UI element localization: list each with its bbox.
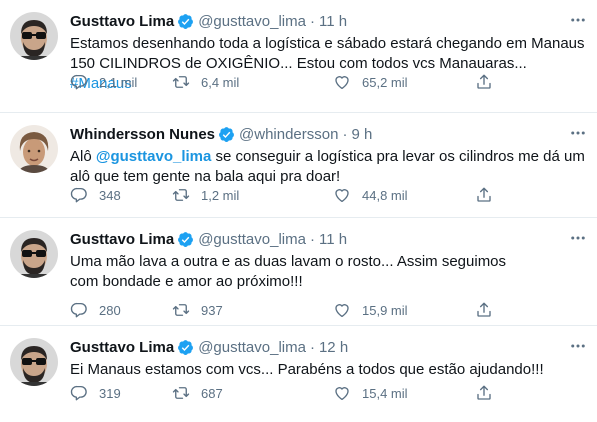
mention-link[interactable]: @gusttavo_lima [96, 148, 212, 165]
share-button[interactable] [475, 73, 493, 91]
more-options-icon[interactable] [569, 337, 587, 355]
tweet-body: Gusttavo Lima @gusttavo_lima · 12 h Ei M… [70, 337, 589, 380]
retweet-button[interactable]: 1,2 mil [172, 186, 239, 204]
author-handle[interactable]: @gusttavo_lima [198, 13, 306, 30]
tweet-text: Estamos desenhando toda a logística e sá… [70, 34, 589, 94]
tweet-timestamp[interactable]: 9 h [351, 126, 372, 143]
like-button[interactable]: 15,4 mil [333, 384, 408, 402]
avatar-image [10, 12, 58, 60]
share-icon [475, 384, 493, 402]
share-button[interactable] [475, 384, 493, 402]
verified-badge-icon [177, 13, 194, 30]
retweet-button[interactable]: 937 [172, 301, 223, 319]
tweet-body: Gusttavo Lima @gusttavo_lima · 11 h Uma … [70, 229, 589, 292]
author-name[interactable]: Gusttavo Lima [70, 231, 174, 248]
tweet-text-prefix: Alô [70, 148, 96, 165]
reply-icon [70, 301, 88, 319]
author-handle[interactable]: @gusttavo_lima [198, 231, 306, 248]
like-count: 44,8 mil [362, 187, 408, 203]
reply-icon [70, 73, 88, 91]
share-button[interactable] [475, 186, 493, 204]
like-icon [333, 73, 351, 91]
tweet-timestamp[interactable]: 11 h [319, 13, 347, 30]
verified-badge-icon [177, 231, 194, 248]
more-options-icon[interactable] [569, 229, 587, 247]
like-icon [333, 301, 351, 319]
tweet[interactable]: Gusttavo Lima @gusttavo_lima · 11 h Uma … [0, 218, 597, 326]
tweet-header: Gusttavo Lima @gusttavo_lima · 11 h [70, 229, 589, 249]
separator-dot: · [309, 12, 315, 30]
retweet-count: 6,4 mil [201, 74, 240, 90]
retweet-icon [172, 186, 190, 204]
like-button[interactable]: 15,9 mil [333, 301, 408, 319]
retweet-button[interactable]: 6,4 mil [172, 73, 239, 91]
tweet-timestamp[interactable]: 11 h [319, 231, 347, 248]
retweet-icon [172, 73, 190, 91]
reply-button[interactable]: 280 [70, 301, 121, 319]
retweet-icon [172, 301, 190, 319]
like-icon [333, 384, 351, 402]
share-icon [475, 186, 493, 204]
tweet-timestamp[interactable]: 12 h [319, 339, 348, 356]
reply-count: 348 [99, 187, 121, 203]
tweet[interactable]: Gusttavo Lima @gusttavo_lima · 11 h Esta… [0, 0, 597, 113]
author-name[interactable]: Whindersson Nunes [70, 126, 215, 143]
tweet[interactable]: Gusttavo Lima @gusttavo_lima · 12 h Ei M… [0, 326, 597, 422]
share-icon [475, 73, 493, 91]
tweet[interactable]: Whindersson Nunes @whindersson · 9 h Alô… [0, 113, 597, 218]
avatar-image [10, 338, 58, 386]
more-options-icon[interactable] [569, 11, 587, 29]
tweet-text: Alô @gusttavo_lima se conseguir a logíst… [70, 147, 589, 187]
retweet-count: 687 [201, 385, 223, 401]
tweet-feed: Gusttavo Lima @gusttavo_lima · 11 h Esta… [0, 0, 597, 422]
reply-icon [70, 186, 88, 204]
reply-button[interactable]: 319 [70, 384, 121, 402]
tweet-body: Whindersson Nunes @whindersson · 9 h Alô… [70, 124, 589, 187]
author-handle[interactable]: @gusttavo_lima [198, 339, 306, 356]
reply-button[interactable]: 348 [70, 186, 121, 204]
like-button[interactable]: 65,2 mil [333, 73, 408, 91]
reply-count: 280 [99, 302, 121, 318]
share-icon [475, 301, 493, 319]
author-handle[interactable]: @whindersson [239, 126, 338, 143]
tweet-text: Ei Manaus estamos com vcs... Parabéns a … [70, 361, 544, 378]
verified-badge-icon [218, 126, 235, 143]
reply-count: 2,1 mil [99, 74, 138, 90]
like-count: 15,9 mil [362, 302, 408, 318]
reply-count: 319 [99, 385, 121, 401]
tweet-header: Gusttavo Lima @gusttavo_lima · 12 h [70, 337, 589, 357]
like-icon [333, 186, 351, 204]
author-name[interactable]: Gusttavo Lima [70, 339, 174, 356]
separator-dot: · [309, 338, 315, 356]
tweet-body: Gusttavo Lima @gusttavo_lima · 11 h Esta… [70, 11, 589, 94]
like-button[interactable]: 44,8 mil [333, 186, 408, 204]
avatar[interactable] [10, 125, 58, 173]
separator-dot: · [342, 125, 348, 143]
avatar-image [10, 125, 58, 173]
avatar[interactable] [10, 12, 58, 60]
avatar-image [10, 230, 58, 278]
reply-icon [70, 384, 88, 402]
reply-button[interactable]: 2,1 mil [70, 73, 137, 91]
separator-dot: · [309, 230, 315, 248]
more-options-icon[interactable] [569, 124, 587, 142]
verified-badge-icon [177, 339, 194, 356]
tweet-text: Uma mão lava a outra e as duas lavam o r… [70, 253, 507, 290]
like-count: 15,4 mil [362, 385, 408, 401]
tweet-header: Gusttavo Lima @gusttavo_lima · 11 h [70, 11, 589, 31]
tweet-text-content: Estamos desenhando toda a logística e sá… [70, 35, 585, 72]
like-count: 65,2 mil [362, 74, 408, 90]
author-name[interactable]: Gusttavo Lima [70, 13, 174, 30]
share-button[interactable] [475, 301, 493, 319]
retweet-count: 1,2 mil [201, 187, 240, 203]
retweet-count: 937 [201, 302, 223, 318]
tweet-header: Whindersson Nunes @whindersson · 9 h [70, 124, 589, 144]
avatar[interactable] [10, 338, 58, 386]
retweet-button[interactable]: 687 [172, 384, 223, 402]
avatar[interactable] [10, 230, 58, 278]
retweet-icon [172, 384, 190, 402]
